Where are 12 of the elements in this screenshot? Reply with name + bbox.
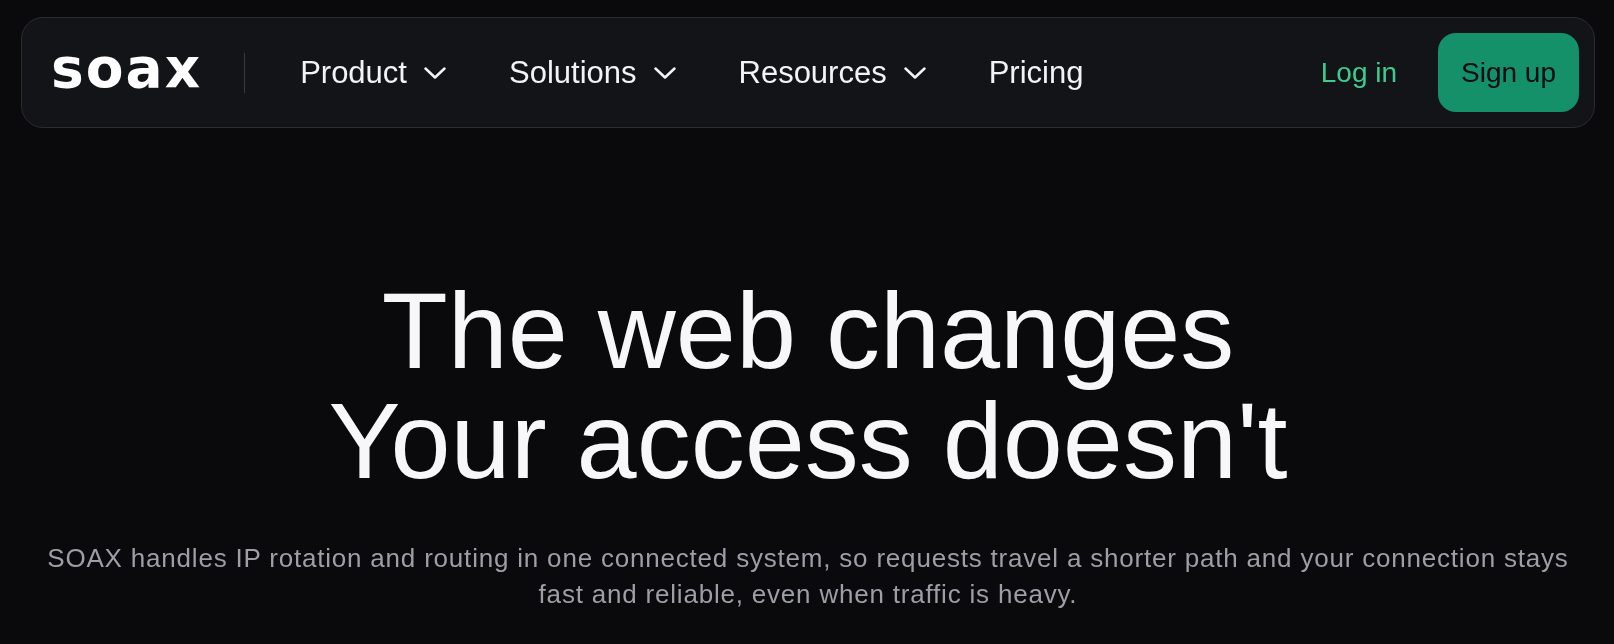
nav-dropdown[interactable]: Resources <box>738 53 926 92</box>
nav-dropdown[interactable]: Product <box>300 53 446 92</box>
login-link[interactable]: Log in <box>1320 55 1398 90</box>
nav-dropdown[interactable]: Solutions <box>508 53 676 92</box>
hero-heading: The web changes Your access doesn't <box>327 276 1289 496</box>
chevron-down-icon <box>903 66 926 79</box>
chevron-down-icon <box>653 66 676 79</box>
nav-link[interactable]: Pricing <box>988 53 1084 92</box>
chevron-down-icon <box>423 66 446 79</box>
hero-subtitle: SOAX handles IP rotation and routing in one connected system, so requests travel a shorter path and your connection stays fast and reliable, even when traffic is heavy. <box>46 542 1570 611</box>
logo[interactable]: soax <box>51 41 203 104</box>
signup-button[interactable]: Sign up <box>1438 33 1579 112</box>
